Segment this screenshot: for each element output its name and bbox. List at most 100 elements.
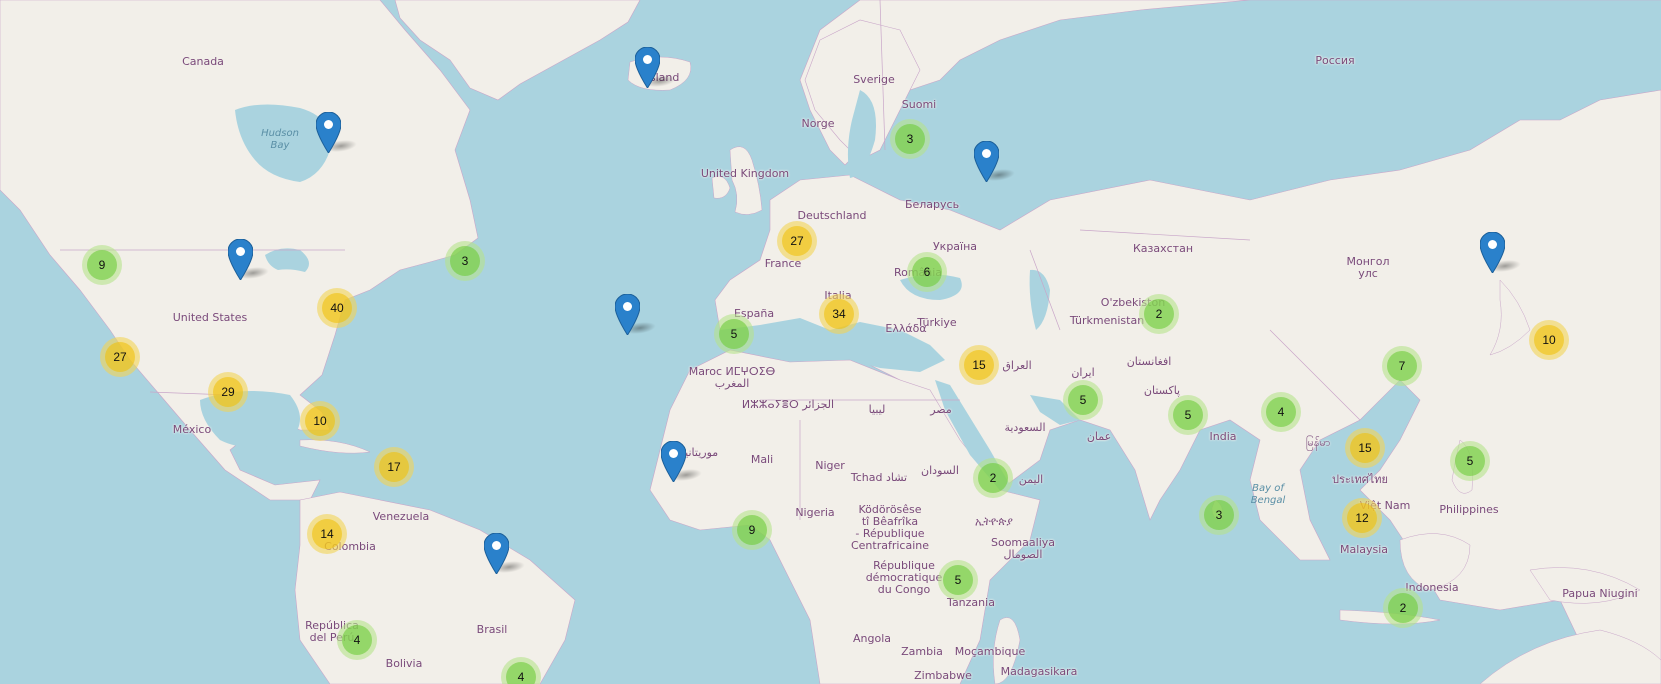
label-algeria: ⵍⵣⵣⴰⵢⴻⵔ الجزائر bbox=[741, 398, 835, 411]
marker-cluster[interactable]: 3 bbox=[1199, 495, 1239, 535]
label-norge: Norge bbox=[801, 117, 835, 130]
label-oman: عمان bbox=[1086, 430, 1112, 443]
cluster-count: 27 bbox=[105, 342, 135, 372]
label-iraq: العراق bbox=[1002, 359, 1032, 372]
label-malaysia: Malaysia bbox=[1339, 543, 1389, 556]
cluster-count: 15 bbox=[964, 350, 994, 380]
label-somalia: Soomaaliya الصومال bbox=[990, 536, 1056, 561]
cluster-count: 2 bbox=[1144, 299, 1174, 329]
cluster-count: 15 bbox=[1350, 433, 1380, 463]
marker-cluster[interactable]: 4 bbox=[1261, 392, 1301, 432]
marker-cluster[interactable]: 10 bbox=[300, 401, 340, 441]
marker-cluster[interactable]: 2 bbox=[973, 458, 1013, 498]
marker-cluster[interactable]: 6 bbox=[907, 252, 947, 292]
marker-cluster[interactable]: 3 bbox=[890, 119, 930, 159]
cluster-count: 14 bbox=[312, 519, 342, 549]
label-mocambique: Moçambique bbox=[954, 645, 1026, 658]
marker-cluster[interactable]: 5 bbox=[1168, 395, 1208, 435]
marker-cluster[interactable]: 27 bbox=[100, 337, 140, 377]
label-brasil: Brasil bbox=[476, 623, 508, 636]
label-india: India bbox=[1209, 430, 1237, 443]
cluster-count: 5 bbox=[1173, 400, 1203, 430]
label-bay-of-bengal: Bay of Bengal bbox=[1250, 483, 1286, 506]
great-britain-land bbox=[729, 146, 763, 215]
label-niger: Niger bbox=[815, 459, 845, 472]
label-deutschland: Deutschland bbox=[797, 209, 867, 222]
cluster-count: 2 bbox=[1388, 593, 1418, 623]
label-yemen: اليمن bbox=[1018, 473, 1044, 486]
marker-cluster[interactable]: 10 bbox=[1529, 320, 1569, 360]
label-ukraina: Україна bbox=[932, 240, 978, 253]
label-afghanistan: افغانستان bbox=[1126, 355, 1172, 368]
label-kazakhstan: Казахстан bbox=[1132, 242, 1194, 255]
cluster-count: 5 bbox=[719, 319, 749, 349]
label-mexico: México bbox=[172, 423, 212, 436]
marker-cluster[interactable]: 34 bbox=[819, 294, 859, 334]
cluster-count: 9 bbox=[737, 515, 767, 545]
cluster-count: 4 bbox=[342, 625, 372, 655]
map-view[interactable]: Canada Hudson Bay United States México V… bbox=[0, 0, 1661, 684]
marker-cluster[interactable]: 7 bbox=[1382, 346, 1422, 386]
label-sudan: السودان bbox=[921, 464, 959, 477]
marker-cluster[interactable]: 9 bbox=[732, 510, 772, 550]
label-tchad: Tchad تشاد bbox=[850, 471, 908, 484]
label-morocco: Maroc ⵍⵎⵖⵔⵉⴱ المغرب bbox=[688, 365, 776, 390]
label-thailand: ประเทศไทย bbox=[1331, 473, 1389, 486]
label-mali: Mali bbox=[750, 453, 774, 466]
label-myanmar: မြန်မာ bbox=[1305, 436, 1331, 449]
cluster-count: 7 bbox=[1387, 351, 1417, 381]
label-hudson-bay: Hudson Bay bbox=[261, 128, 299, 151]
marker-cluster[interactable]: 27 bbox=[777, 221, 817, 261]
label-zambia: Zambia bbox=[901, 645, 943, 658]
marker-cluster[interactable]: 15 bbox=[959, 345, 999, 385]
label-turkmenistan: Türkmenistan bbox=[1069, 314, 1145, 327]
cluster-count: 6 bbox=[912, 257, 942, 287]
cluster-count: 3 bbox=[450, 246, 480, 276]
marker-cluster[interactable]: 14 bbox=[307, 514, 347, 554]
marker-cluster[interactable]: 5 bbox=[1063, 380, 1103, 420]
marker-cluster[interactable]: 2 bbox=[1139, 294, 1179, 334]
label-mauritania: موريتانيا bbox=[681, 446, 719, 459]
iceland-marker[interactable] bbox=[635, 47, 660, 88]
label-nigeria: Nigeria bbox=[795, 506, 835, 519]
marker-cluster[interactable]: 17 bbox=[374, 447, 414, 487]
label-united-states: United States bbox=[172, 311, 248, 324]
label-papua: Papua Niugini bbox=[1562, 587, 1638, 600]
label-car: Ködörösêse tî Bêafrîka - République Cent… bbox=[850, 503, 930, 552]
label-venezuela: Venezuela bbox=[372, 510, 430, 523]
label-pakistan: پاکستان bbox=[1143, 384, 1181, 397]
marker-cluster[interactable]: 9 bbox=[82, 245, 122, 285]
marker-cluster[interactable]: 29 bbox=[208, 372, 248, 412]
marker-cluster[interactable]: 2 bbox=[1383, 588, 1423, 628]
label-angola: Angola bbox=[852, 632, 892, 645]
marker-cluster[interactable]: 3 bbox=[445, 241, 485, 281]
marker-cluster[interactable]: 5 bbox=[938, 560, 978, 600]
label-sverige: Sverige bbox=[853, 73, 895, 86]
label-iran: ایران bbox=[1071, 366, 1095, 379]
marker-cluster[interactable]: 40 bbox=[317, 288, 357, 328]
marker-cluster[interactable]: 5 bbox=[1450, 441, 1490, 481]
label-madagasikara: Madagasikara bbox=[1000, 665, 1078, 678]
minnesota-marker[interactable] bbox=[228, 239, 253, 280]
cluster-count: 34 bbox=[824, 299, 854, 329]
label-zimbabwe: Zimbabwe bbox=[914, 669, 972, 682]
marker-cluster[interactable]: 4 bbox=[337, 620, 377, 660]
hudson-bay-marker[interactable] bbox=[316, 112, 341, 153]
label-egypt: مصر bbox=[930, 403, 952, 416]
brazil-marker[interactable] bbox=[484, 533, 509, 574]
cluster-count: 12 bbox=[1347, 503, 1377, 533]
marker-cluster[interactable]: 15 bbox=[1345, 428, 1385, 468]
senegal-marker[interactable] bbox=[661, 441, 686, 482]
azores-marker[interactable] bbox=[615, 294, 640, 335]
label-belarus: Беларусь bbox=[904, 198, 960, 211]
label-ellada: Ελλάδα bbox=[885, 322, 927, 335]
marker-cluster[interactable]: 5 bbox=[714, 314, 754, 354]
cluster-count: 2 bbox=[978, 463, 1008, 493]
russia-marker[interactable] bbox=[974, 141, 999, 182]
marker-cluster[interactable]: 12 bbox=[1342, 498, 1382, 538]
manchuria-marker[interactable] bbox=[1480, 232, 1505, 273]
cluster-count: 5 bbox=[943, 565, 973, 595]
label-mongolia: Монгол улс bbox=[1346, 255, 1390, 280]
cluster-count: 4 bbox=[1266, 397, 1296, 427]
cluster-count: 3 bbox=[895, 124, 925, 154]
